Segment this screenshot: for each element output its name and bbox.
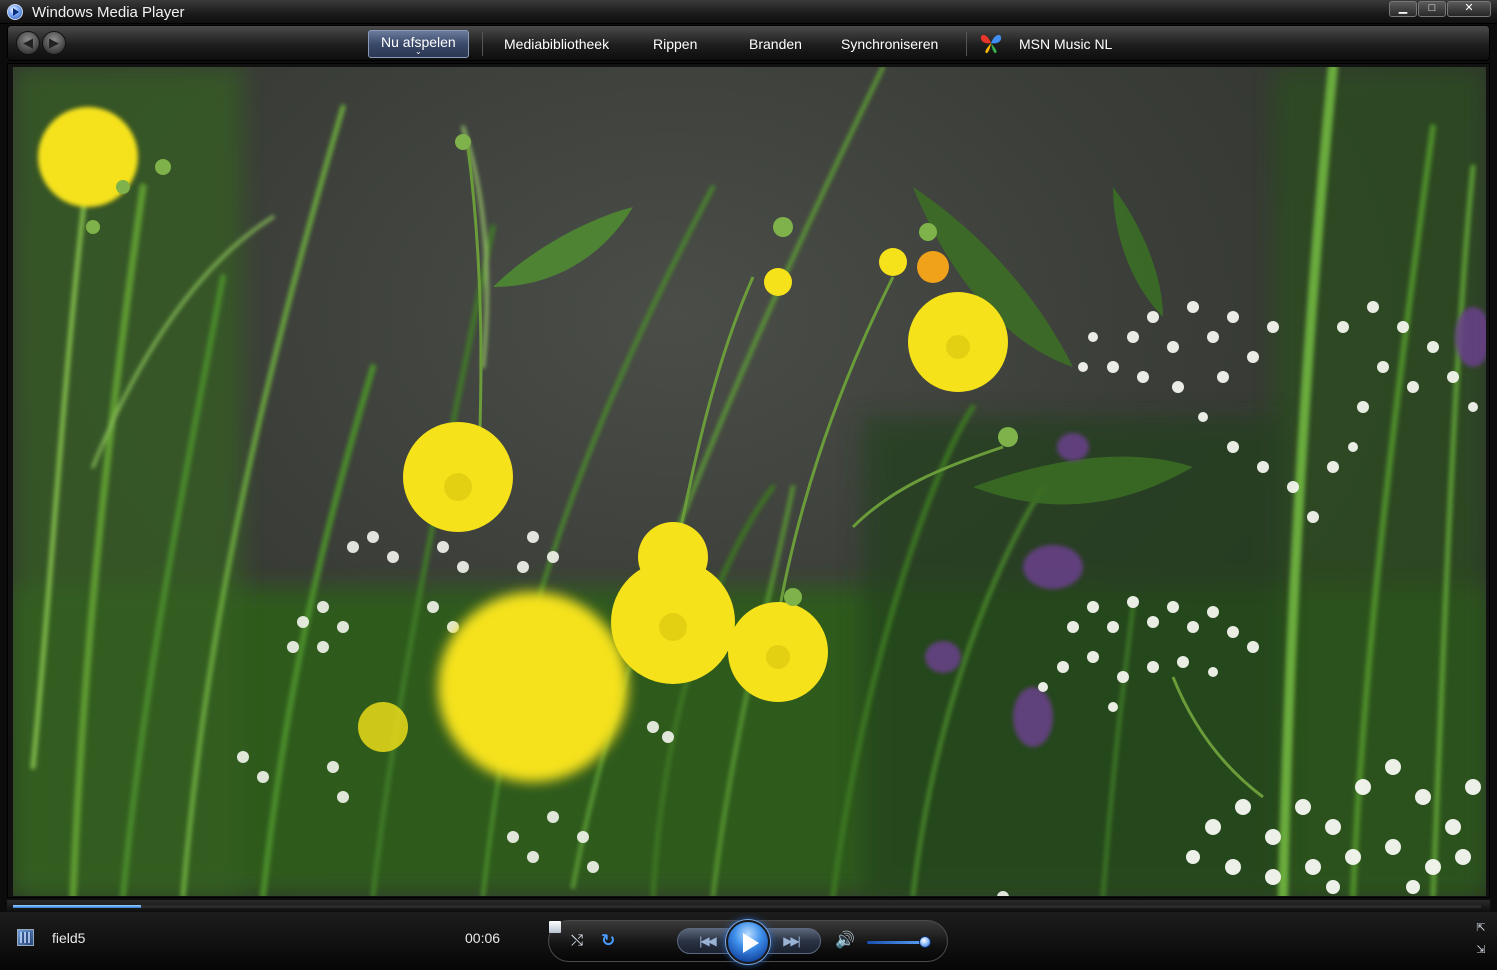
nav-bar: ◀ ▶ Nu afspelen ⌄ Mediabibliotheek Rippe… bbox=[7, 25, 1490, 61]
wmp-app-icon bbox=[7, 4, 23, 20]
meadow-flowers-video bbox=[13, 67, 1486, 896]
shuffle-icon[interactable]: ⤭ bbox=[571, 933, 583, 949]
window-title: Windows Media Player bbox=[32, 4, 185, 21]
msn-butterfly-icon[interactable] bbox=[978, 29, 1004, 55]
video-frame bbox=[7, 63, 1490, 898]
maximize-button[interactable]: □ bbox=[1418, 1, 1446, 17]
volume-knob[interactable] bbox=[918, 936, 931, 948]
media-title: field5 bbox=[52, 930, 86, 946]
tab-burn[interactable]: Branden bbox=[749, 30, 802, 58]
chevron-down-icon[interactable]: ⌄ bbox=[415, 48, 422, 56]
speaker-icon[interactable]: 🔊 bbox=[835, 933, 855, 949]
switch-to-compact-icon[interactable]: ⇱ bbox=[1475, 922, 1487, 934]
seek-bar[interactable] bbox=[7, 900, 1490, 912]
seek-progress bbox=[13, 905, 141, 908]
title-bar: Windows Media Player ▁ □ ✕ bbox=[0, 0, 1497, 24]
tab-msn-music[interactable]: MSN Music NL bbox=[1019, 30, 1112, 58]
seek-track[interactable] bbox=[13, 905, 1481, 908]
tab-sync[interactable]: Synchroniseren bbox=[841, 30, 938, 58]
time-readout[interactable]: 00:06 bbox=[465, 930, 500, 946]
nav-divider bbox=[482, 32, 483, 56]
minimize-button[interactable]: ▁ bbox=[1389, 1, 1417, 17]
fullscreen-icon[interactable]: ⇲ bbox=[1475, 944, 1487, 956]
transport-controls: ⤭ ↻ |◀◀ ▶▶| 🔊 bbox=[548, 920, 948, 964]
window-controls: ▁ □ ✕ bbox=[1388, 1, 1491, 17]
nav-divider bbox=[966, 32, 967, 56]
forward-arrow-icon[interactable]: ▶ bbox=[42, 31, 66, 55]
play-button[interactable] bbox=[726, 920, 770, 964]
stop-button[interactable] bbox=[549, 921, 561, 933]
media-file-icon bbox=[17, 929, 34, 946]
close-button[interactable]: ✕ bbox=[1447, 1, 1491, 17]
tab-rip[interactable]: Rippen bbox=[653, 30, 697, 58]
next-button[interactable]: ▶▶| bbox=[761, 928, 821, 954]
back-arrow-icon[interactable]: ◀ bbox=[16, 31, 40, 55]
tab-now-playing[interactable]: Nu afspelen ⌄ bbox=[368, 30, 469, 58]
repeat-icon[interactable]: ↻ bbox=[601, 932, 615, 949]
control-bar: field5 00:06 ⤭ ↻ |◀◀ ▶▶| 🔊 ⇱ ⇲ bbox=[0, 912, 1497, 970]
tab-library[interactable]: Mediabibliotheek bbox=[504, 30, 609, 58]
video-display[interactable] bbox=[13, 67, 1486, 896]
